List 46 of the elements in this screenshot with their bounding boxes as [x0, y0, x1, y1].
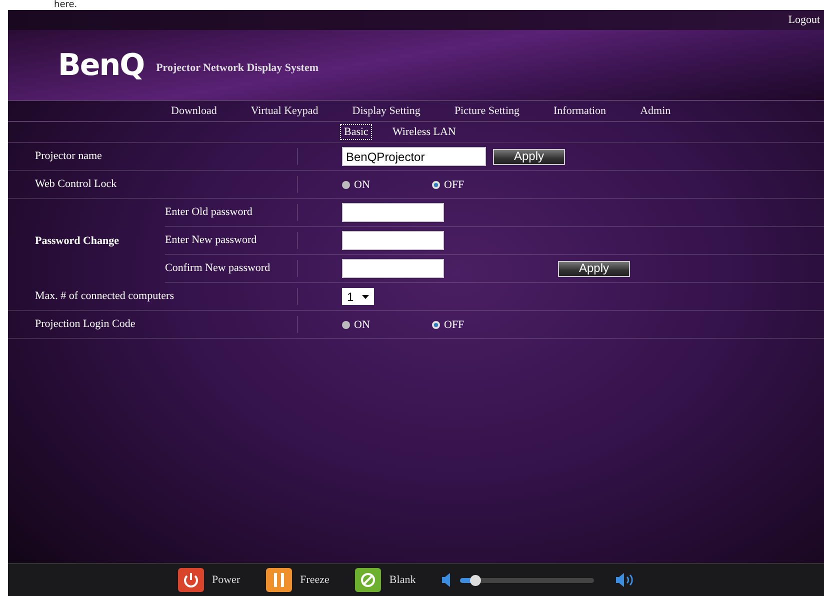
dropdown[interactable]: 1	[342, 288, 374, 305]
input-field[interactable]: BenQProjector	[342, 147, 486, 166]
radio-button[interactable]	[432, 180, 440, 188]
nav-link[interactable]: Admin	[640, 105, 671, 117]
caret-icon	[362, 294, 369, 298]
nav-link[interactable]: Information	[554, 105, 606, 117]
pause-icon[interactable]	[266, 568, 292, 592]
field-label: Projection Login Code	[8, 316, 298, 333]
nav-link[interactable]: Virtual Keypad	[250, 105, 318, 117]
apply-button[interactable]: Apply	[558, 260, 630, 276]
password-field[interactable]	[342, 231, 444, 250]
logout-link[interactable]: Logout	[788, 14, 820, 26]
nav-link[interactable]: Picture Setting	[454, 105, 520, 117]
group-label: Password Change	[34, 235, 120, 247]
blank-screen-icon[interactable]	[355, 568, 382, 592]
radio-label: OFF	[444, 318, 464, 330]
control-label: Freeze	[300, 574, 330, 586]
apply-button[interactable]: Apply	[493, 148, 565, 164]
field-label: Web Control Lock	[8, 176, 298, 193]
volume-low-icon[interactable]	[442, 573, 450, 587]
radio-label: ON	[354, 318, 370, 330]
field-label: Confirm New password	[165, 260, 298, 277]
field-label: Projector name	[8, 148, 298, 165]
volume-high-icon[interactable]	[616, 572, 636, 588]
password-field[interactable]	[342, 259, 444, 278]
volume-slider[interactable]	[460, 578, 594, 582]
password-field[interactable]	[342, 203, 444, 222]
logo: BenQ	[58, 48, 144, 82]
sub-tab[interactable]: Basic	[340, 124, 372, 140]
field-label: Enter New password	[165, 232, 298, 249]
field-label: Max. # of connected computers	[8, 288, 298, 305]
radio-label: ON	[354, 178, 370, 190]
power-icon[interactable]	[178, 568, 204, 592]
control-label: Power	[212, 574, 240, 586]
slider-thumb[interactable]	[470, 574, 481, 586]
radio-label: OFF	[444, 178, 464, 190]
radio-button[interactable]	[342, 320, 350, 328]
document-text: here.	[54, 0, 78, 10]
field-label: Enter Old password	[165, 204, 298, 221]
radio-button[interactable]	[342, 180, 350, 188]
site-title: Projector Network Display System	[156, 61, 318, 74]
nav-link[interactable]: Download	[171, 105, 217, 117]
control-label: Blank	[389, 574, 416, 586]
radio-button[interactable]	[432, 320, 440, 328]
sub-tab[interactable]: Wireless LAN	[388, 124, 460, 140]
nav-link[interactable]: Display Setting	[352, 105, 420, 117]
